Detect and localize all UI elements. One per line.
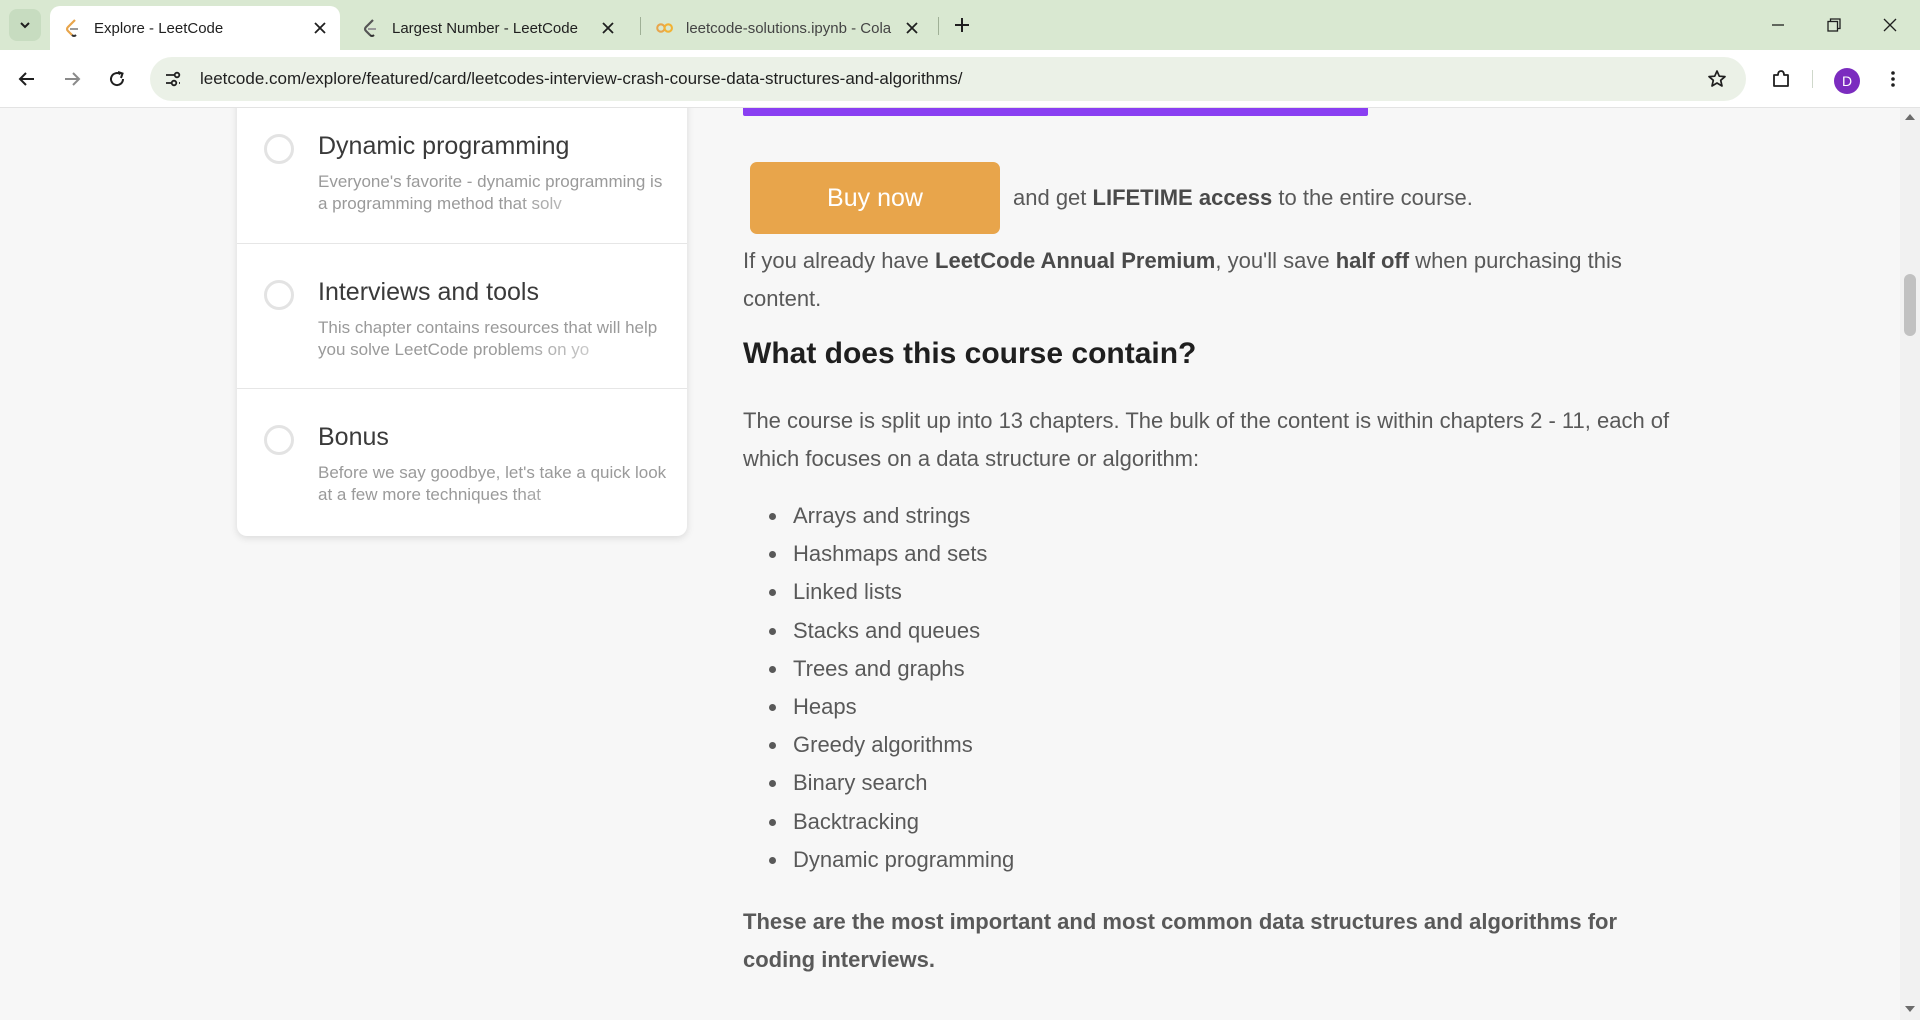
section-heading: What does this course contain? — [743, 337, 1197, 370]
chapter-item-interviews-and-tools[interactable]: Interviews and tools This chapter contai… — [237, 244, 687, 389]
minimize-button[interactable] — [1750, 0, 1806, 50]
chapter-title: Dynamic programming — [318, 132, 570, 160]
tab-title: Explore - LeetCode — [94, 19, 224, 37]
chapter-list: Dynamic programming Everyone's favorite … — [237, 108, 687, 536]
bookmark-star-icon[interactable] — [1700, 62, 1734, 96]
list-item: Trees and graphs — [769, 650, 1014, 688]
bullet-icon — [769, 551, 776, 559]
restore-button[interactable] — [1806, 0, 1862, 50]
list-item: Hashmaps and sets — [769, 535, 1014, 573]
list-item: Stacks and queues — [769, 612, 1014, 650]
tab-largest-number[interactable]: Largest Number - LeetCode — [348, 6, 628, 50]
profile-avatar[interactable]: D — [1834, 68, 1860, 94]
chapter-status-radio — [264, 134, 294, 164]
premium-discount-text: If you already have LeetCode Annual Prem… — [743, 248, 1622, 311]
page-viewport: Dynamic programming Everyone's favorite … — [0, 108, 1900, 1020]
tab-search-button[interactable] — [9, 9, 41, 41]
colab-icon — [656, 19, 674, 37]
forward-button[interactable] — [55, 62, 89, 96]
scroll-down-icon[interactable] — [1905, 1006, 1915, 1012]
restore-icon — [1827, 18, 1841, 32]
bullet-icon — [769, 818, 776, 826]
tab-explore-leetcode[interactable]: Explore - LeetCode — [50, 6, 340, 50]
scroll-up-icon[interactable] — [1905, 114, 1915, 120]
bullet-icon — [769, 703, 776, 711]
leetcode-icon — [362, 19, 380, 37]
arrow-left-icon — [18, 72, 34, 86]
list-item: Binary search — [769, 764, 1014, 802]
bullet-icon — [769, 589, 776, 597]
url-text[interactable]: leetcode.com/explore/featured/card/leetc… — [200, 69, 963, 89]
chevron-down-icon — [20, 22, 30, 29]
topic-list: Arrays and strings Hashmaps and sets Lin… — [769, 497, 1014, 879]
bullet-icon — [769, 627, 776, 635]
more-vertical-icon — [1891, 71, 1895, 87]
bullet-icon — [769, 742, 776, 750]
tab-separator — [938, 17, 939, 35]
toolbar-separator — [1812, 70, 1813, 88]
puzzle-icon — [1773, 70, 1789, 87]
list-item: Backtracking — [769, 803, 1014, 841]
course-banner-accent — [743, 108, 1368, 116]
course-intro-text: The course is split up into 13 chapters.… — [743, 408, 1670, 471]
chapter-item-dynamic-programming[interactable]: Dynamic programming Everyone's favorite … — [237, 108, 687, 244]
reload-button[interactable] — [100, 62, 134, 96]
purchase-row: Buy now and get LIFETIME access to the e… — [750, 162, 1473, 234]
closing-statement: These are the most important and most co… — [743, 909, 1618, 972]
list-item: Arrays and strings — [769, 497, 1014, 535]
back-button[interactable] — [10, 62, 44, 96]
list-item: Linked lists — [769, 573, 1014, 611]
chapter-description: Before we say goodbye, let's take a quic… — [318, 463, 667, 504]
list-item: Heaps — [769, 688, 1014, 726]
close-icon[interactable] — [596, 16, 620, 40]
buy-now-button[interactable]: Buy now — [750, 162, 1000, 234]
bullet-icon — [769, 780, 776, 788]
chapter-title: Interviews and tools — [318, 278, 539, 306]
chapter-description: Everyone's favorite - dynamic programmin… — [318, 172, 663, 213]
tab-title: leetcode-solutions.ipynb - Cola — [686, 19, 892, 37]
arrow-right-icon — [65, 72, 81, 86]
tab-title: Largest Number - LeetCode — [392, 19, 578, 37]
close-icon[interactable] — [900, 16, 924, 40]
tab-colab-notebook[interactable]: leetcode-solutions.ipynb - Cola — [642, 6, 932, 50]
purchase-text: and get LIFETIME access to the entire co… — [1013, 185, 1473, 210]
chapter-title: Bonus — [318, 423, 389, 451]
chapter-item-bonus[interactable]: Bonus Before we say goodbye, let's take … — [237, 389, 687, 536]
browser-toolbar: leetcode.com/explore/featured/card/leetc… — [0, 50, 1920, 108]
list-item: Dynamic programming — [769, 841, 1014, 879]
scrollbar-thumb[interactable] — [1904, 274, 1916, 336]
site-info-icon[interactable] — [156, 62, 190, 96]
leetcode-icon — [64, 19, 82, 37]
browser-menu-button[interactable] — [1876, 62, 1910, 96]
close-icon[interactable] — [308, 16, 332, 40]
minimize-icon — [1772, 24, 1784, 26]
bullet-icon — [769, 665, 776, 673]
new-tab-button[interactable] — [948, 11, 976, 39]
tab-separator — [640, 17, 641, 35]
reload-icon — [110, 71, 125, 87]
bullet-icon — [769, 856, 776, 864]
bullet-icon — [769, 513, 776, 520]
chapter-status-radio — [264, 425, 294, 455]
close-window-button[interactable] — [1862, 0, 1918, 50]
page-scrollbar[interactable] — [1900, 108, 1920, 1020]
extensions-button[interactable] — [1764, 62, 1798, 96]
list-item: Greedy algorithms — [769, 726, 1014, 764]
chapter-status-radio — [264, 280, 294, 310]
close-icon — [1883, 18, 1897, 32]
chapter-description: This chapter contains resources that wil… — [318, 318, 658, 359]
tab-strip: Explore - LeetCode Largest Number - Leet… — [0, 0, 1920, 50]
address-bar[interactable]: leetcode.com/explore/featured/card/leetc… — [150, 57, 1746, 101]
plus-icon — [955, 18, 969, 32]
